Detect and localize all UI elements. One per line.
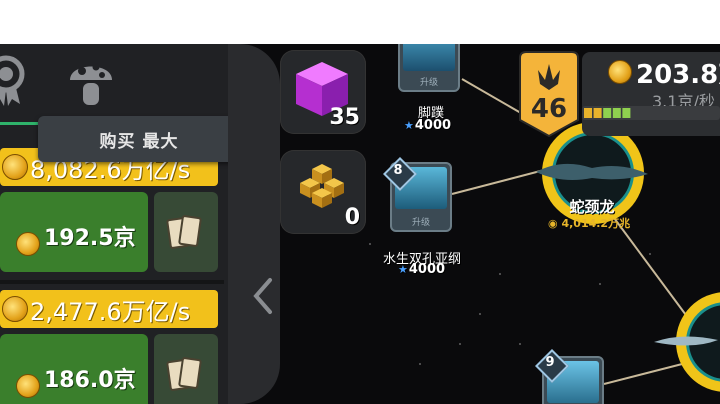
xp-segment: [584, 108, 592, 118]
block-resource-tile[interactable]: 0: [280, 150, 366, 234]
star-icon: ★: [404, 119, 414, 132]
production-rate-bar: 2,477.6万亿/s: [0, 290, 218, 328]
upgrade-panel: 8,082.6万亿/s 192.5京 2,477.6万亿/s 186.0京: [0, 44, 228, 404]
xp-segment: [593, 108, 602, 118]
currency-amount: 203.8京: [636, 60, 720, 90]
ribbon-medal-icon[interactable]: [0, 54, 28, 106]
creature-income: ◉ 4,014.2万兆: [548, 217, 631, 230]
gem-count: 35: [329, 105, 360, 130]
xp-segment: [603, 108, 612, 118]
panel-collapse-strip: [228, 44, 280, 404]
player-level-text: 46: [530, 94, 568, 124]
game-view: 8,082.6万亿/s 192.5京 2,477.6万亿/s 186.0京 购买…: [0, 44, 720, 404]
ammonite-coin-icon: [2, 154, 28, 180]
production-rate-text: 2,477.6万亿/s: [30, 297, 191, 326]
ammonite-coin-icon: ◉: [548, 217, 558, 230]
row-divider: [0, 280, 224, 284]
upgrade-label: 升级: [411, 218, 430, 228]
xp-segment: [622, 108, 631, 118]
mushroom-icon[interactable]: [68, 54, 112, 106]
player-level-badge[interactable]: 46: [518, 50, 580, 138]
cards-button[interactable]: [154, 334, 218, 404]
buy-creature-button[interactable]: 186.0京: [0, 334, 148, 404]
price-text: 192.5京: [44, 226, 136, 251]
xp-progress-bar: [582, 106, 720, 120]
upgrade-label: 升级: [419, 78, 438, 88]
star-icon: ★: [398, 263, 408, 276]
collapse-panel-button[interactable]: [250, 276, 276, 323]
ammonite-coin-icon: [16, 374, 40, 398]
block-count: 0: [344, 205, 360, 230]
chevron-left-icon: [253, 278, 272, 314]
buy-max-button[interactable]: 购买 最大: [38, 116, 240, 162]
ammonite-coin-icon: [608, 60, 632, 84]
plesiosaur-icon: [536, 163, 648, 180]
gem-resource-tile[interactable]: 35: [280, 50, 366, 134]
cards-icon: [166, 214, 204, 250]
price-text: 186.0京: [44, 368, 136, 393]
creature-cost: ★4000: [398, 262, 446, 277]
creature-image: [403, 44, 455, 71]
xp-segment: [612, 108, 621, 118]
level-number: 8: [393, 163, 403, 178]
ammonite-coin-icon: [16, 232, 40, 256]
buy-creature-button[interactable]: 192.5京: [0, 192, 148, 272]
level-number: 9: [545, 355, 555, 370]
creature-card-flippers[interactable]: 升级: [398, 44, 460, 92]
cards-button[interactable]: [154, 192, 218, 272]
gold-cross-block-icon: [300, 164, 344, 208]
creature-cost: ★4000: [404, 118, 452, 133]
cards-icon: [166, 356, 204, 392]
creature-name: 蛇颈龙: [569, 198, 615, 216]
creature-icon: [654, 336, 718, 346]
ammonite-coin-icon: [2, 296, 28, 322]
